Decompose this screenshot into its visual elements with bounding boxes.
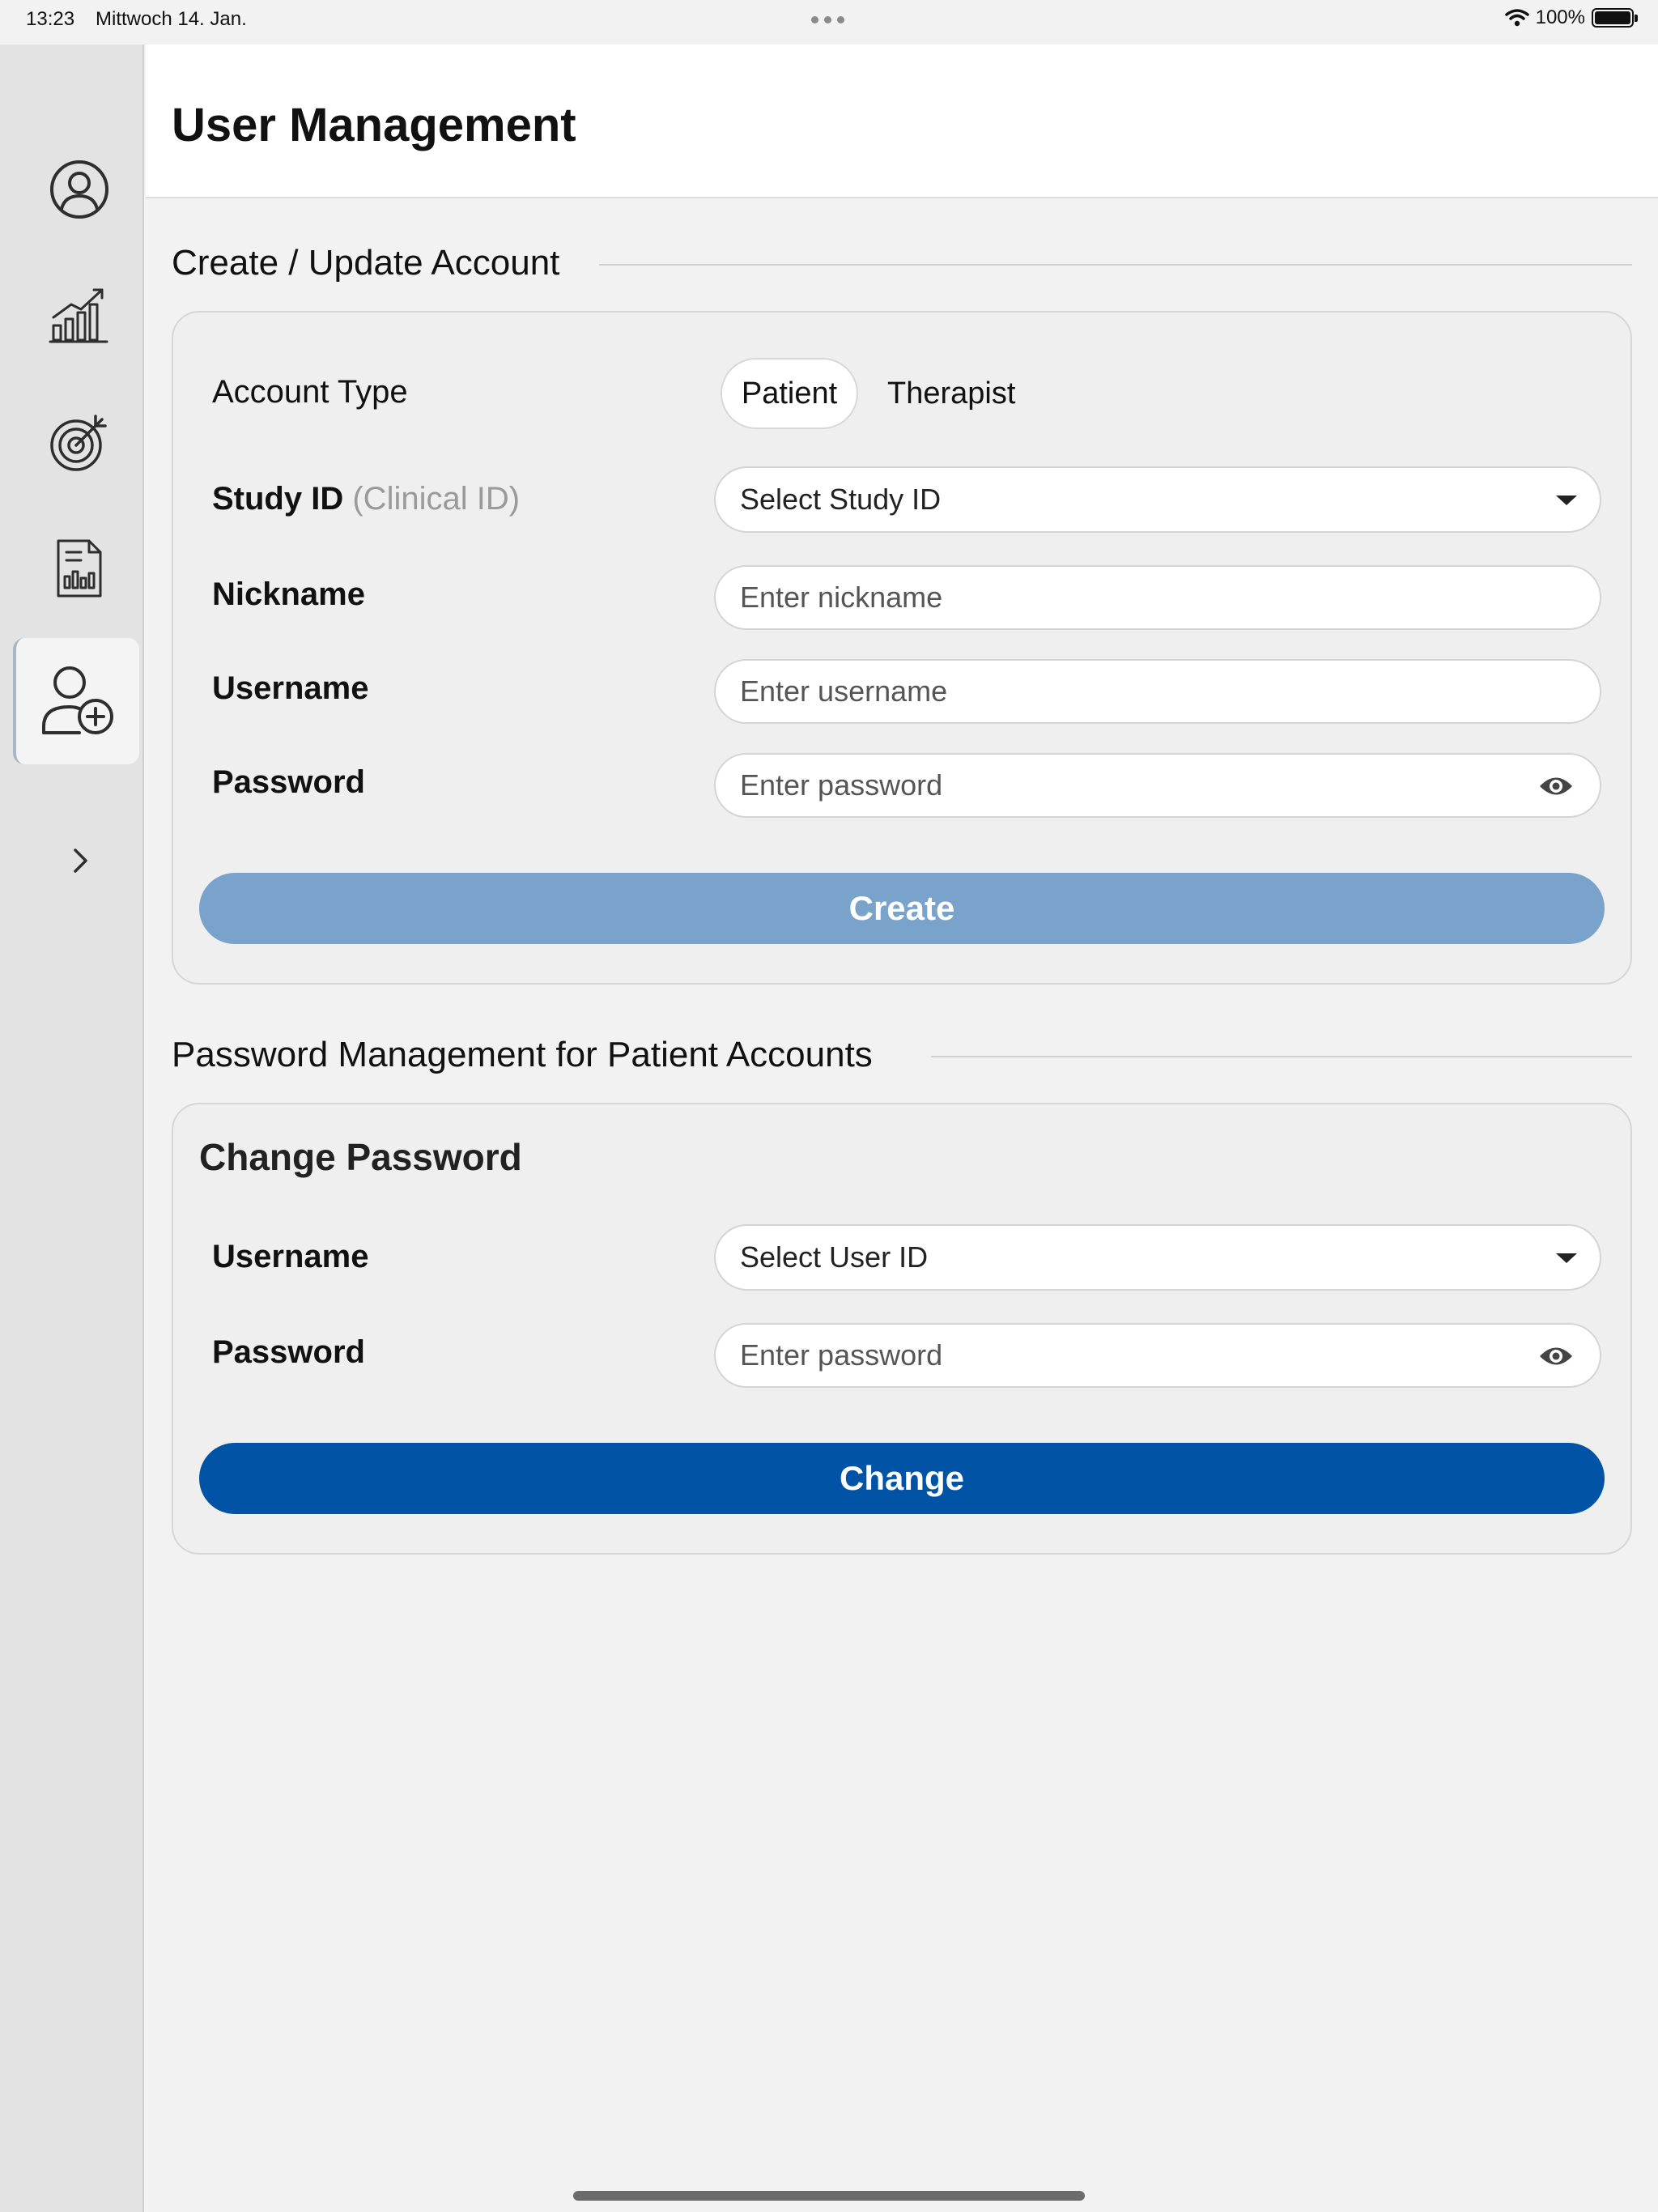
user-circle-icon	[50, 160, 108, 219]
status-time: 13:23	[26, 8, 75, 30]
sidebar-item-profile[interactable]	[16, 126, 142, 253]
page-header: User Management	[146, 45, 1658, 198]
dropdown-caret-icon	[1556, 1253, 1577, 1263]
page-title: User Management	[172, 99, 576, 151]
add-user-icon	[42, 666, 113, 734]
sidebar-item-user-management[interactable]	[13, 638, 139, 764]
chart-growth-icon	[49, 288, 108, 343]
report-document-icon	[57, 539, 102, 598]
create-section-title: Create / Update Account	[172, 243, 560, 283]
username-label: Username	[212, 670, 369, 706]
create-button[interactable]: Create	[199, 873, 1605, 944]
show-password-eye-icon[interactable]	[1538, 1344, 1574, 1368]
sidebar	[0, 45, 144, 2212]
password-placeholder: Enter password	[740, 768, 943, 802]
wifi-icon	[1504, 9, 1529, 27]
username-placeholder: Enter username	[740, 674, 948, 708]
multitasking-dots-icon[interactable]	[811, 16, 844, 23]
change-password-label: Password	[212, 1334, 365, 1370]
home-indicator[interactable]	[573, 2191, 1085, 2201]
section-divider	[931, 1056, 1632, 1057]
study-id-select[interactable]: Select Study ID	[714, 466, 1601, 533]
study-id-select-value: Select Study ID	[740, 483, 942, 516]
battery-percent: 100%	[1535, 6, 1585, 28]
user-id-select[interactable]: Select User ID	[714, 1224, 1601, 1291]
target-icon	[50, 415, 107, 471]
status-bar: 13:23 Mittwoch 14. Jan. 100%	[0, 0, 1658, 45]
show-password-eye-icon[interactable]	[1538, 774, 1574, 798]
nickname-placeholder: Enter nickname	[740, 581, 943, 614]
change-password-title: Change Password	[199, 1136, 522, 1178]
password-label: Password	[212, 764, 365, 800]
change-button[interactable]: Change	[199, 1443, 1605, 1514]
battery-icon	[1592, 8, 1638, 28]
sidebar-item-reports[interactable]	[16, 505, 142, 632]
study-id-label: Study ID (Clinical ID)	[212, 481, 520, 517]
account-type-therapist-option[interactable]: Therapist	[887, 358, 1025, 429]
new-password-placeholder: Enter password	[740, 1338, 943, 1372]
change-username-label: Username	[212, 1239, 369, 1274]
study-id-hint: (Clinical ID)	[352, 481, 521, 517]
password-input[interactable]: Enter password	[714, 753, 1601, 818]
account-type-patient-option[interactable]: Patient	[721, 358, 858, 429]
chevron-right-icon	[74, 849, 87, 873]
sidebar-expand-button[interactable]	[16, 798, 142, 924]
status-date: Mittwoch 14. Jan.	[96, 8, 247, 30]
password-section-title: Password Management for Patient Accounts	[172, 1035, 873, 1074]
sidebar-item-progress[interactable]	[16, 253, 142, 379]
new-password-input[interactable]: Enter password	[714, 1323, 1601, 1388]
user-id-select-value: Select User ID	[740, 1240, 929, 1274]
dropdown-caret-icon	[1556, 496, 1577, 505]
sidebar-item-goals[interactable]	[16, 379, 142, 505]
section-divider	[599, 264, 1632, 266]
study-id-label-text: Study ID	[212, 481, 344, 517]
account-type-label: Account Type	[212, 374, 408, 410]
username-input[interactable]: Enter username	[714, 659, 1601, 724]
nickname-input[interactable]: Enter nickname	[714, 565, 1601, 630]
nickname-label: Nickname	[212, 576, 365, 612]
